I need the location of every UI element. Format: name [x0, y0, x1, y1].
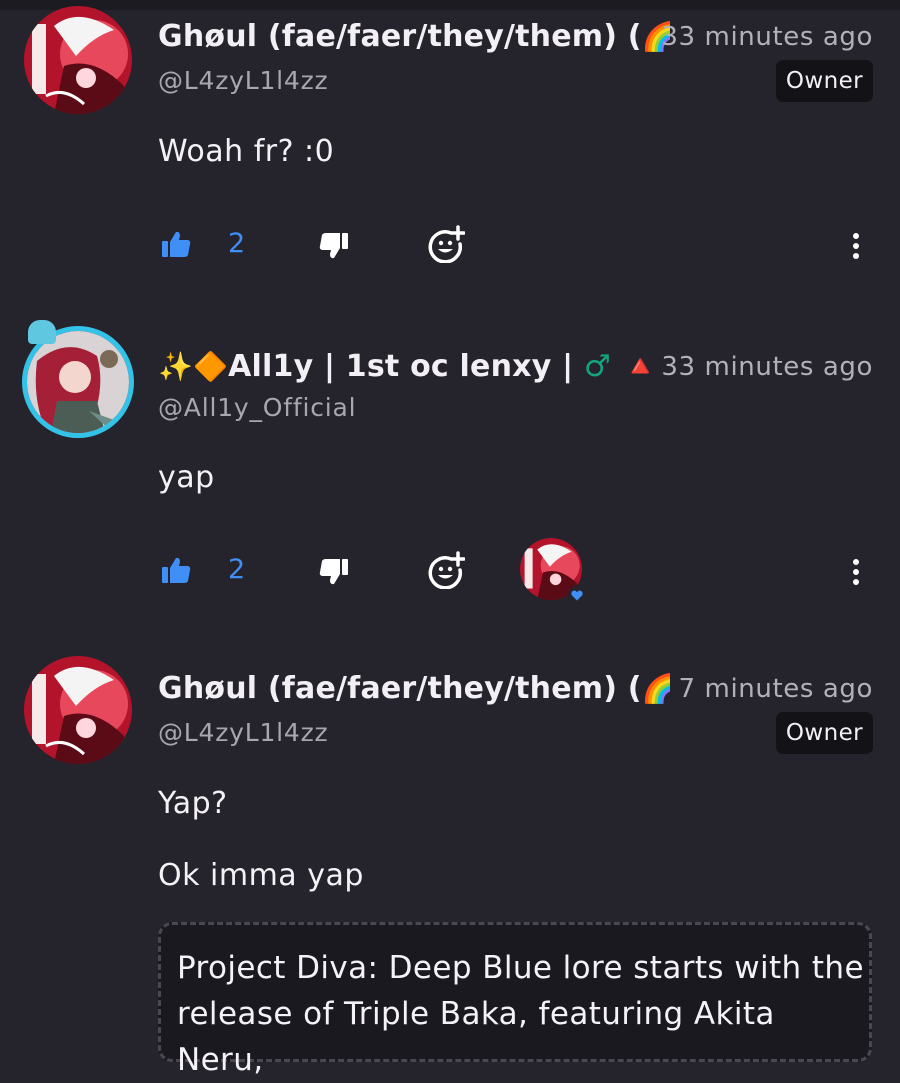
red-anime-avatar-icon	[24, 6, 132, 114]
red-anime-avatar-icon	[24, 656, 132, 764]
author-handle[interactable]: @L4zyL1l4zz	[158, 715, 328, 751]
owner-badge: Owner	[775, 712, 873, 754]
author-name[interactable]: Ghøul (fae/faer/they/them) (🌈🦋	[158, 14, 670, 60]
author-name-text[interactable]: All1y | 1st oc lenxy |	[228, 349, 584, 384]
timestamp: 33 minutes ago	[661, 22, 873, 52]
dislike-button[interactable]	[316, 552, 352, 592]
add-reaction-button[interactable]	[426, 224, 466, 264]
like-count: 2	[228, 554, 246, 585]
author-name-text[interactable]: Ghøul (fae/faer/they/them) (	[158, 671, 642, 706]
author-avatar[interactable]	[24, 6, 132, 114]
add-emoji-icon	[428, 225, 465, 263]
timestamp: 7 minutes ago	[678, 674, 873, 704]
like-button[interactable]	[158, 550, 194, 590]
add-emoji-icon	[428, 551, 465, 589]
more-options-button[interactable]	[842, 552, 870, 592]
comment-text: Woah fr? :0	[158, 134, 335, 169]
author-suffix-symbols: ♂ 🔺	[583, 349, 660, 384]
thumbs-up-icon	[162, 557, 191, 583]
top-edge	[0, 0, 900, 10]
quote-block: Project Diva: Deep Blue lore starts with…	[158, 922, 872, 1078]
more-vertical-icon	[853, 233, 859, 259]
author-handle[interactable]: @All1y_Official	[158, 390, 356, 426]
creator-heart-avatar	[520, 538, 586, 604]
comment-text: yap	[158, 460, 215, 495]
author-name[interactable]: Ghøul (fae/faer/they/them) (🌈🦋	[158, 666, 670, 712]
heart-icon	[571, 590, 583, 600]
author-handle[interactable]: @L4zyL1l4zz	[158, 63, 328, 99]
thumbs-up-icon	[162, 231, 191, 257]
like-count: 2	[228, 228, 246, 259]
owner-badge: Owner	[775, 60, 873, 102]
comment-text-line-1: Yap?	[158, 786, 228, 821]
dislike-button[interactable]	[316, 226, 352, 266]
author-prefix-emojis: ✨🔶	[158, 350, 229, 383]
comment-text-line-2: Ok imma yap	[158, 858, 364, 893]
author-name[interactable]: ✨🔶All1y | 1st oc lenxy | ♂ 🔺	[158, 344, 670, 390]
thumbs-down-icon	[319, 559, 348, 585]
heart-badge	[568, 586, 586, 604]
thumbs-down-icon	[319, 233, 348, 259]
author-emojis: 🌈🦋	[641, 672, 670, 705]
timestamp: 33 minutes ago	[661, 352, 873, 382]
more-options-button[interactable]	[842, 226, 870, 266]
like-button[interactable]	[158, 224, 194, 264]
more-vertical-icon	[853, 559, 859, 585]
avatar-frame-ghost-icon	[28, 320, 56, 344]
anime-girl-avatar-icon	[27, 331, 129, 433]
quote-text: Project Diva: Deep Blue lore starts with…	[177, 950, 864, 1078]
author-avatar[interactable]	[24, 656, 132, 764]
author-name-text[interactable]: Ghøul (fae/faer/they/them) (	[158, 19, 642, 54]
add-reaction-button[interactable]	[426, 550, 466, 590]
